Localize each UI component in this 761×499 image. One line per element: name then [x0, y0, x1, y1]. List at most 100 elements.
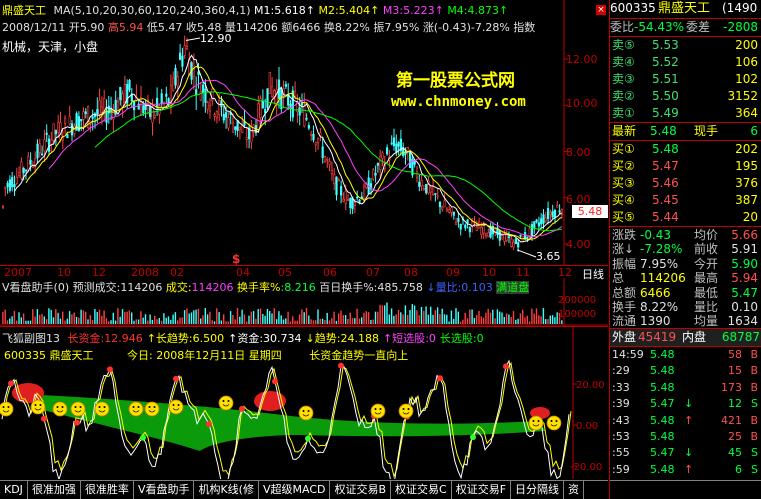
volume-bar	[183, 310, 186, 324]
volume-bar	[135, 319, 137, 324]
quote-open: 开5.90	[68, 21, 105, 34]
main-price-chart[interactable]: 鼎盛天工 MA(5,10,20,30,60,120,240,360,4,1) M…	[0, 0, 608, 281]
bids-row[interactable]: 买② 5.47 195	[610, 158, 761, 175]
volume-title: V看盘助手(0)	[2, 281, 70, 294]
volume-bar	[149, 314, 151, 324]
indicator-tab[interactable]: V超级MACD	[259, 481, 331, 499]
smiley-icon	[144, 401, 160, 417]
volume-bar	[85, 311, 87, 324]
volume-bar	[50, 309, 52, 324]
volume-bar	[524, 317, 526, 324]
volume-bar	[20, 317, 22, 324]
indicator-tab[interactable]: 日分隔线	[511, 481, 565, 499]
volume-bar	[266, 309, 269, 324]
smiley-icon	[94, 401, 110, 417]
asks-row[interactable]: 卖⑤ 5.53 200	[610, 37, 761, 54]
volume-bar	[170, 319, 172, 324]
volume-bar	[211, 320, 213, 324]
volume-bar	[234, 319, 236, 324]
indicator-tab[interactable]: 权证交易C	[391, 481, 452, 499]
volume-bar	[545, 319, 547, 324]
price-axis-4: 4.00	[566, 238, 591, 251]
volume-bar	[204, 308, 206, 324]
quote-change: 涨(-0.43)-7.28%	[422, 21, 510, 34]
asks-row[interactable]: 卖② 5.50 3152	[610, 88, 761, 105]
latest-row: 最新 5.48 现手 6	[610, 123, 761, 140]
volume-bar	[66, 318, 68, 324]
low-marker-line	[516, 249, 537, 258]
volume-bar	[75, 317, 78, 324]
asks-row[interactable]: 卖① 5.49 364	[610, 105, 761, 122]
volume-bar	[269, 311, 271, 324]
tick-row: :59 5.48 ↑ 6 S	[610, 462, 761, 478]
volume-bar	[144, 314, 147, 324]
volume-axis-100000: 100000	[558, 309, 597, 320]
indicator-tab[interactable]: V看盘助手	[134, 481, 195, 499]
osc-item-value: :6.500	[188, 332, 225, 345]
weicha-value: -2808	[723, 20, 758, 34]
volume-bar	[6, 320, 9, 324]
smiley-icon	[370, 403, 386, 419]
tick-volume: 58	[728, 348, 742, 361]
volume-bar	[57, 312, 59, 324]
volume-bar	[374, 311, 377, 324]
bids-row[interactable]: 买④ 5.45 387	[610, 192, 761, 209]
volume-bar	[542, 308, 545, 324]
indicator-tab[interactable]: 机构K线(修	[194, 481, 259, 499]
volume-bar	[432, 314, 434, 324]
volume-bar	[499, 311, 501, 324]
bids-row[interactable]: 买⑤ 5.44 20	[610, 209, 761, 226]
volume-bar	[308, 315, 310, 324]
volume-bar	[393, 315, 395, 324]
volume-bar	[213, 321, 216, 324]
volume-bar	[363, 312, 365, 324]
bids-row[interactable]: 买③ 5.46 376	[610, 175, 761, 192]
volume-bar	[333, 311, 335, 324]
volume-bar	[515, 319, 517, 324]
volume-bar	[241, 309, 243, 324]
oscillator-panel[interactable]: 飞狐副图13 长资金:12.946 ↑长趋势:6.500 ↑资金:30.734 ↓趋势…	[0, 326, 608, 489]
volume-bar	[248, 315, 250, 324]
osc-item-value: :30.734	[259, 332, 302, 345]
volume-bar	[344, 315, 347, 324]
volume-bar	[489, 312, 492, 324]
indicator-tab[interactable]: 很准胜率	[81, 481, 134, 499]
tick-row: 14:59 5.48 58 B	[610, 347, 761, 363]
signal-dot	[470, 434, 476, 441]
osc-axis-20: 20.00	[576, 380, 605, 391]
volume-bar	[464, 312, 466, 324]
tick-volume: 25	[728, 430, 742, 443]
indicator-tab[interactable]: 资	[564, 481, 585, 499]
indicator-tab[interactable]: 很准加强	[28, 481, 81, 499]
volume-bar	[142, 317, 144, 324]
indicator-tab[interactable]: 权证交易B	[330, 481, 392, 499]
smiley-icon	[546, 415, 562, 431]
quote-panel: 600335 鼎盛天工 (1490 委比 -54.43% 委差 -2808 卖⑤…	[609, 0, 761, 499]
volume-panel[interactable]: V看盘助手(0) 预测成交:114206 成交:114206 换手率%:8.21…	[0, 278, 608, 326]
signal-dot	[437, 375, 443, 382]
volume-bar	[172, 314, 174, 324]
bids-price: 5.45	[652, 193, 679, 207]
indicator-tab[interactable]: KDJ	[0, 481, 28, 499]
indicator-tab[interactable]: 权证交易F	[452, 481, 512, 499]
volume-bar	[450, 310, 453, 324]
bids-row[interactable]: 买① 5.48 202	[610, 141, 761, 158]
watermark-title: 第一股票公式网	[396, 71, 515, 91]
tick-row: :55 5.47 ↓ 45 S	[610, 445, 761, 461]
volume-bar	[517, 318, 519, 324]
chart-header: 鼎盛天工 MA(5,10,20,30,60,120,240,360,4,1) M…	[2, 2, 508, 18]
volume-bar	[549, 315, 551, 324]
volume-bar	[119, 316, 121, 324]
osc-title: 飞狐副图13	[2, 332, 60, 345]
ma-label: MA(5,10,20,30,60,120,240,360,4,1)	[53, 4, 251, 17]
ma4-line	[94, 91, 562, 232]
asks-row[interactable]: 卖④ 5.52 106	[610, 54, 761, 71]
volume-bar	[365, 311, 367, 324]
volume-bar	[255, 318, 257, 324]
close-chart-icon[interactable]: ×	[596, 5, 606, 15]
bids-volume: 387	[735, 193, 758, 207]
osc-item-value: :0	[425, 332, 436, 345]
volume-bar	[179, 317, 181, 324]
asks-row[interactable]: 卖③ 5.51 102	[610, 71, 761, 88]
volume-bar	[324, 320, 326, 324]
